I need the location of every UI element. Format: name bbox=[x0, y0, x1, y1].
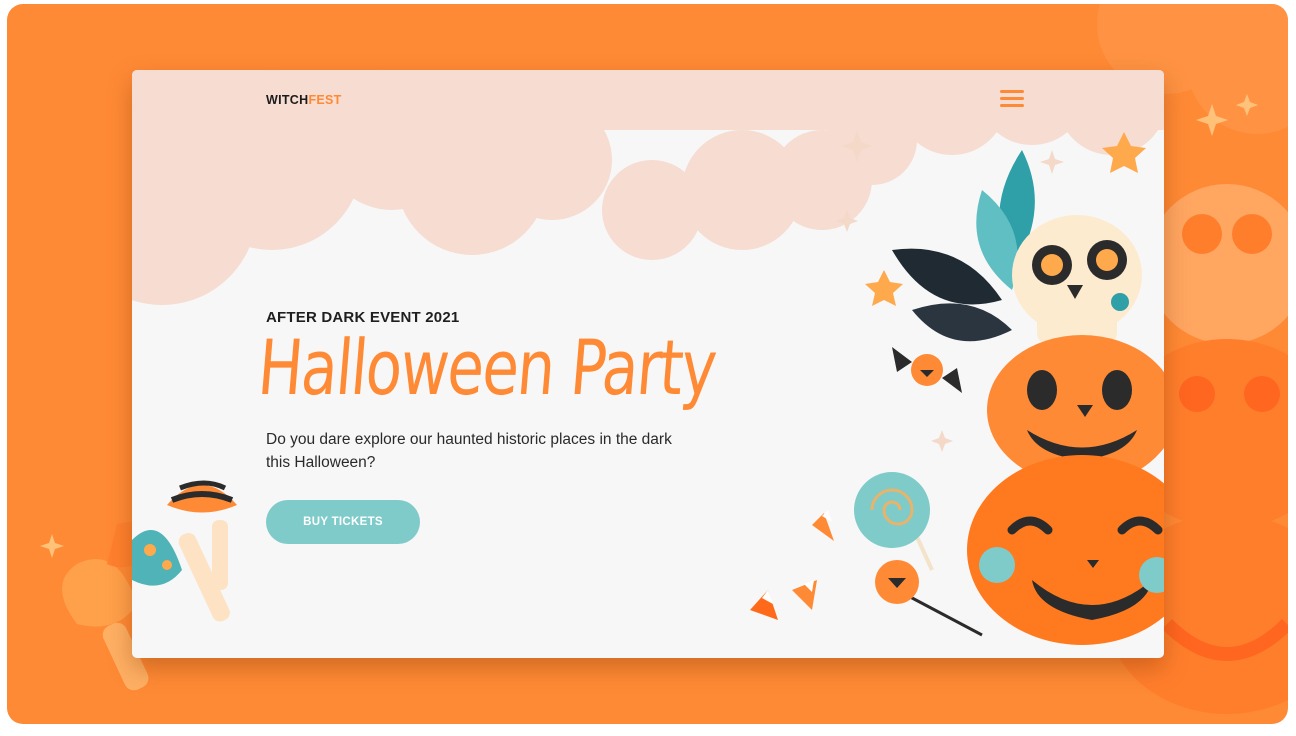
menu-bar bbox=[1000, 104, 1024, 107]
page-title: Halloween Party bbox=[254, 323, 719, 412]
skull-icon bbox=[1012, 215, 1142, 345]
brand-logo[interactable]: WITCHFEST bbox=[266, 93, 342, 107]
menu-bar bbox=[1000, 97, 1024, 100]
star-icon bbox=[865, 270, 903, 306]
hero-card: WITCHFEST AFTER DARK EVENT 2021 Hallowee… bbox=[132, 70, 1164, 658]
buy-tickets-button[interactable]: BUY TICKETS bbox=[266, 500, 420, 544]
lollipop-icon bbox=[854, 472, 983, 637]
page-frame: WITCHFEST AFTER DARK EVENT 2021 Hallowee… bbox=[7, 4, 1288, 724]
jack-o-lantern-icon bbox=[967, 455, 1164, 645]
menu-bar bbox=[1000, 90, 1024, 93]
brand-logo-part2: FEST bbox=[308, 93, 342, 107]
mushroom-icon bbox=[132, 480, 237, 622]
hamburger-menu-icon[interactable] bbox=[1000, 90, 1026, 108]
brand-logo-part1: WITCH bbox=[266, 93, 309, 107]
leaves-icon bbox=[892, 150, 1035, 342]
hero-description: Do you dare explore our haunted historic… bbox=[266, 431, 672, 471]
candy-corn-icon bbox=[750, 510, 834, 620]
wrapped-candy-icon bbox=[892, 347, 962, 393]
